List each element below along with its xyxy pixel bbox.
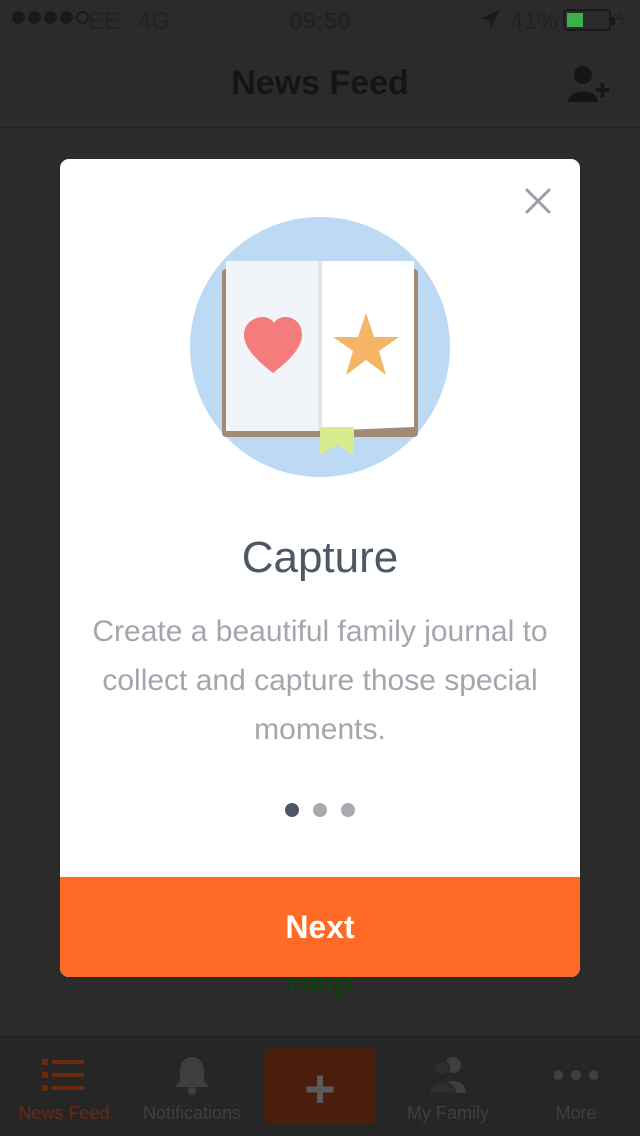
bell-icon [175,1057,209,1095]
family-icon [427,1057,466,1094]
navigation-bar: News Feed [0,40,640,128]
tab-label: Notifications [142,1103,242,1123]
status-bar: EE 4G 09:50 41% ϟ [0,0,640,40]
onboarding-description: Create a beautiful family journal to col… [92,615,548,746]
page-indicator-dot[interactable] [341,803,355,817]
next-button[interactable]: Next [60,877,580,977]
tab-news-feed[interactable]: News Feed [0,1037,128,1136]
page-title: News Feed [231,64,409,102]
plus-icon: + [304,1059,336,1119]
tab-notifications[interactable]: Notifications [128,1037,256,1136]
location-arrow-icon [480,9,500,38]
battery-percent: 41% [510,8,559,35]
list-icon [42,1059,84,1091]
close-icon[interactable] [522,185,554,217]
battery-icon [563,9,615,31]
add-user-icon[interactable] [566,64,610,104]
onboarding-modal: Capture Create a beautiful family journa… [60,159,580,977]
tab-label: My Family [407,1103,489,1123]
add-post-button[interactable]: + [264,1048,376,1124]
onboarding-title: Capture [241,533,399,582]
charging-icon: ϟ [616,9,626,29]
more-dots-icon [554,1070,598,1080]
page-indicator [60,803,580,817]
page-indicator-dot[interactable] [313,803,327,817]
tab-label: More [555,1103,597,1123]
page-indicator-dot[interactable] [285,803,299,817]
tab-more[interactable]: More [512,1037,640,1136]
tab-my-family[interactable]: My Family [384,1037,512,1136]
tab-label: News Feed [18,1103,110,1123]
journal-illustration [190,217,450,477]
